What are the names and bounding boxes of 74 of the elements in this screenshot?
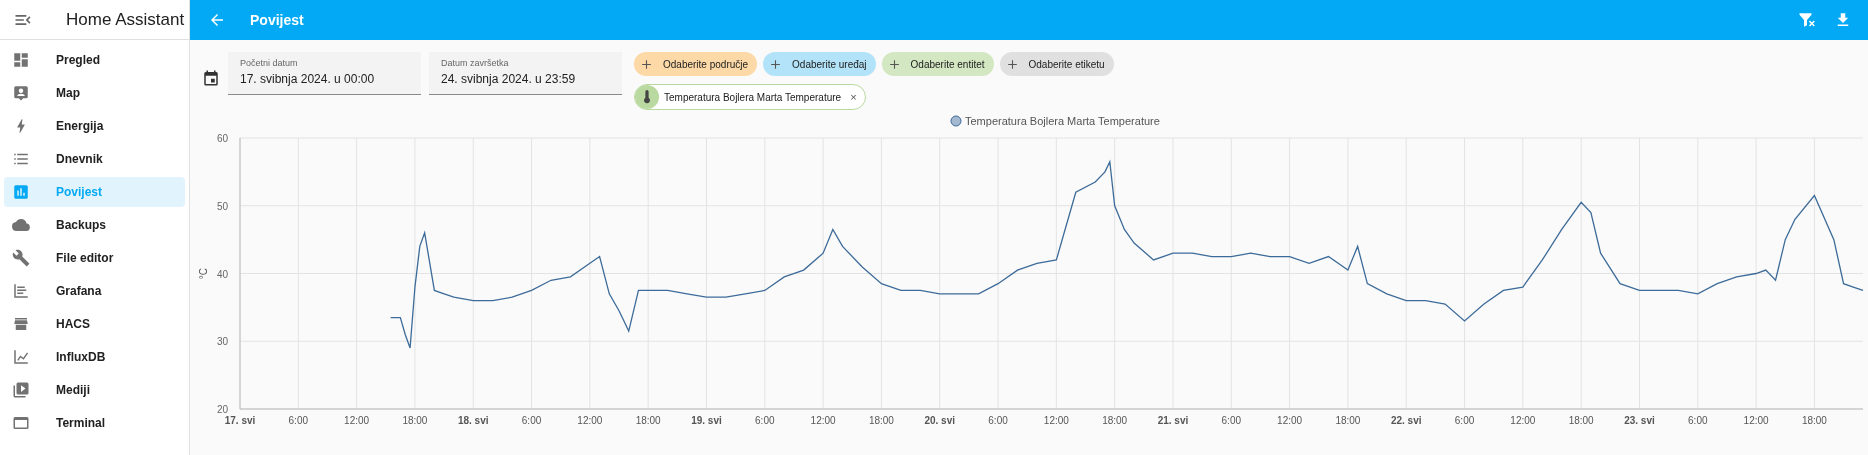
x-tick-label: 6:00	[288, 415, 309, 426]
picker-chip[interactable]: Odaberite entitet	[881, 52, 994, 76]
x-tick-label: 12:00	[577, 415, 603, 426]
sidebar-item[interactable]: File editor	[4, 243, 185, 273]
sidebar-item[interactable]: Pregled	[4, 45, 185, 75]
x-tick-label: 6:00	[755, 415, 775, 426]
console-icon	[12, 414, 30, 432]
x-tick-label: 6:00	[521, 415, 542, 426]
filter-remove-icon[interactable]	[1798, 11, 1816, 29]
x-tick-label: 19. svi	[691, 415, 722, 426]
page-title: Povijest	[250, 12, 304, 28]
wrench-icon	[12, 249, 30, 267]
x-tick-label: 18:00	[1335, 415, 1361, 426]
x-tick-label: 18:00	[1102, 415, 1128, 426]
chart-legend[interactable]: Temperatura Bojlera Marta Temperature	[950, 115, 1160, 127]
dashboard-icon	[12, 51, 30, 69]
x-tick-label: 6:00	[1688, 415, 1708, 426]
y-tick-label: 60	[216, 133, 228, 144]
sidebar-item[interactable]: Backups	[4, 210, 185, 240]
x-tick-label: 22. svi	[1390, 415, 1422, 426]
sidebar-item[interactable]: Map	[4, 78, 185, 108]
x-tick-label: 21. svi	[1157, 415, 1189, 426]
y-tick-label: 30	[216, 336, 228, 348]
calendar-icon[interactable]	[202, 69, 220, 87]
sidebar-item[interactable]: InfluxDB	[4, 342, 185, 372]
x-tick-label: 12:00	[1277, 415, 1303, 426]
x-tick-label: 20. svi	[924, 415, 956, 426]
x-tick-label: 12:00	[344, 415, 370, 426]
y-tick-label: 50	[216, 200, 228, 212]
x-tick-label: 18. svi	[457, 415, 489, 426]
sidebar-item[interactable]: Energija	[4, 111, 185, 141]
x-tick-label: 17. svi	[224, 415, 256, 426]
sidebar-item[interactable]: Terminal	[4, 408, 185, 438]
x-tick-label: 18:00	[868, 415, 894, 426]
x-tick-label: 12:00	[1743, 415, 1769, 426]
bar-chart-icon	[12, 183, 30, 201]
sidebar-item[interactable]: Dnevnik	[4, 144, 185, 174]
x-tick-label: 6:00	[1454, 415, 1475, 426]
x-tick-label: 23. svi	[1624, 415, 1655, 426]
person-pin-icon	[12, 84, 30, 102]
entity-chip[interactable]: Temperatura Bojlera Marta Temperature ×	[634, 84, 866, 110]
play-box-icon	[12, 381, 30, 399]
x-tick-label: 6:00	[1221, 415, 1242, 426]
sidebar-item[interactable]: Mediji	[4, 375, 185, 405]
close-button[interactable]: ×	[848, 91, 859, 103]
x-tick-label: 18:00	[1801, 415, 1827, 426]
cloud-icon	[12, 216, 30, 234]
y-axis-label: °C	[198, 267, 209, 280]
x-tick-label: 18:00	[1568, 415, 1594, 426]
y-tick-label: 40	[216, 268, 228, 280]
plus-icon	[769, 57, 783, 71]
plus-icon	[1005, 57, 1019, 71]
x-tick-label: 12:00	[1043, 415, 1069, 426]
store-icon	[12, 315, 30, 333]
plus-icon	[887, 57, 901, 71]
x-tick-label: 12:00	[1510, 415, 1536, 426]
sidebar-item[interactable]: HACS	[4, 309, 185, 339]
sidebar-item[interactable]: Grafana	[4, 276, 185, 306]
thermometer-icon	[635, 85, 659, 109]
picker-chip[interactable]: Odaberite etiketu	[999, 52, 1114, 76]
text-chart-icon	[12, 282, 30, 300]
entity-label: Temperatura Bojlera Marta Temperature	[664, 91, 842, 103]
x-tick-label: 18:00	[635, 415, 661, 426]
start-date-field[interactable]: Početni datum 17. svibnja 2024. u 00:00	[228, 52, 421, 95]
line-chart-icon	[12, 348, 30, 366]
end-date-field[interactable]: Datum završetka 24. svibnja 2024. u 23:59	[429, 52, 622, 95]
x-tick-label: 18:00	[402, 415, 428, 426]
y-tick-label: 20	[216, 404, 228, 415]
app-title: Home Assistant	[66, 9, 185, 30]
x-tick-label: 12:00	[810, 415, 836, 426]
x-tick-label: 6:00	[988, 415, 1008, 426]
picker-chip[interactable]: Odaberite uređaj	[763, 52, 876, 76]
picker-chip[interactable]: Odaberite područje	[634, 52, 758, 76]
plus-icon	[640, 57, 653, 71]
